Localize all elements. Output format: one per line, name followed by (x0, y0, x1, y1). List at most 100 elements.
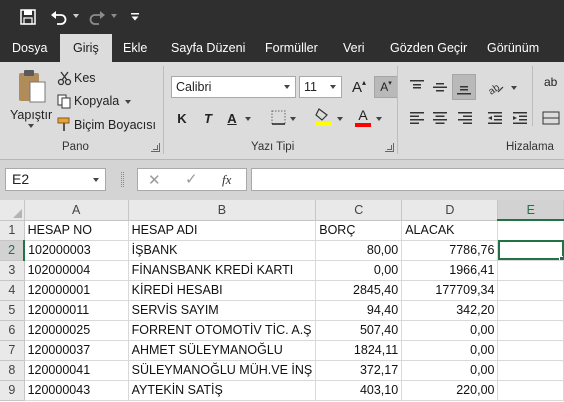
table-cell[interactable]: 120000043 (24, 380, 129, 401)
table-cell[interactable]: 80,00 (315, 240, 403, 261)
table-cell[interactable] (497, 280, 564, 301)
column-header-a[interactable]: A (24, 200, 129, 221)
table-cell[interactable]: 1824,11 (315, 340, 403, 361)
copy-dropdown-icon[interactable] (125, 100, 131, 104)
select-all-corner[interactable] (0, 200, 25, 221)
align-right-icon[interactable] (454, 107, 476, 129)
row-header[interactable]: 2 (0, 240, 26, 261)
row-header[interactable]: 8 (0, 360, 25, 381)
font-size-select[interactable]: 11 (299, 76, 342, 98)
table-cell[interactable]: 120000041 (24, 360, 129, 381)
border-icon[interactable] (270, 109, 286, 125)
table-cell[interactable]: FİNANSBANK KREDİ KARTI (128, 260, 317, 281)
table-cell[interactable]: AYTEKİN SATİŞ (128, 380, 317, 401)
table-cell[interactable]: 0,00 (401, 340, 499, 361)
paste-dropdown-icon[interactable] (28, 124, 34, 128)
chevron-down-icon[interactable] (89, 169, 103, 190)
font-color-button[interactable]: A (353, 106, 373, 128)
table-cell[interactable]: 102000003 (24, 240, 129, 261)
insert-function-icon[interactable]: fx (222, 172, 231, 188)
row-header[interactable]: 3 (0, 260, 25, 281)
undo-icon[interactable] (48, 5, 70, 29)
tab-file[interactable]: Dosya (12, 34, 47, 62)
tab-insert[interactable]: Ekle (123, 34, 147, 62)
copy-icon[interactable] (56, 93, 72, 109)
table-cell[interactable]: KİREDİ HESABI (128, 280, 317, 301)
row-header[interactable]: 9 (0, 380, 25, 401)
row-header[interactable]: 4 (0, 280, 25, 301)
align-top-icon[interactable] (406, 76, 428, 98)
formula-input[interactable] (251, 168, 564, 191)
fill-handle[interactable] (559, 255, 563, 259)
table-cell[interactable]: 120000011 (24, 300, 129, 321)
table-cell[interactable] (497, 320, 564, 341)
bold-button[interactable]: K (174, 107, 190, 129)
shrink-font-button[interactable]: A ▾ (374, 76, 398, 98)
wrap-text-button[interactable]: ab (544, 75, 557, 89)
customize-icon[interactable] (128, 5, 142, 29)
fill-color-icon[interactable] (314, 106, 334, 128)
table-cell[interactable]: 120000025 (24, 320, 129, 341)
header-cell[interactable]: HESAP ADI (128, 220, 317, 241)
table-cell[interactable] (497, 220, 564, 241)
table-cell[interactable]: SERVİS SAYIM (128, 300, 317, 321)
column-header-d[interactable]: D (401, 200, 499, 221)
paste-button[interactable] (14, 68, 50, 108)
active-cell[interactable] (497, 240, 564, 261)
merge-center-icon[interactable] (540, 107, 562, 129)
clipboard-launcher-icon[interactable] (151, 143, 160, 152)
row-header[interactable]: 6 (0, 320, 25, 341)
check-icon[interactable]: ✓ (185, 170, 198, 188)
column-header-e[interactable]: E (497, 200, 564, 221)
tab-formulas[interactable]: Formüller (265, 34, 318, 62)
row-header[interactable]: 5 (0, 300, 25, 321)
table-cell[interactable]: 94,40 (315, 300, 403, 321)
table-cell[interactable] (497, 300, 564, 321)
format-painter-icon[interactable] (56, 116, 72, 132)
table-cell[interactable]: AHMET SÜLEYMANOĞLU (128, 340, 317, 361)
table-cell[interactable]: SÜLEYMANOĞLU MÜH.VE İNŞ (128, 360, 317, 381)
grow-font-button[interactable]: A ▴ (348, 76, 370, 98)
fill-color-dropdown-icon[interactable] (337, 117, 343, 121)
font-color-dropdown-icon[interactable] (376, 117, 382, 121)
name-box[interactable]: E2 (5, 168, 106, 191)
format-painter-button[interactable]: Biçim Boyacısı (74, 118, 156, 132)
row-header[interactable]: 7 (0, 340, 25, 361)
chevron-down-icon[interactable] (279, 77, 295, 97)
column-header-c[interactable]: C (315, 200, 403, 221)
table-cell[interactable]: 372,17 (315, 360, 403, 381)
table-cell[interactable]: 403,10 (315, 380, 403, 401)
italic-button[interactable]: T (200, 107, 216, 129)
column-header-b[interactable]: B (128, 200, 317, 221)
orientation-icon[interactable]: ab (484, 76, 506, 98)
table-cell[interactable] (497, 360, 564, 381)
table-cell[interactable]: 0,00 (401, 360, 499, 381)
tab-home[interactable]: Giriş (60, 34, 112, 62)
increase-indent-icon[interactable] (509, 107, 531, 129)
border-dropdown-icon[interactable] (290, 117, 296, 121)
header-cell[interactable]: ALACAK (401, 220, 499, 241)
underline-button[interactable]: A (224, 107, 240, 129)
header-cell[interactable]: BORÇ (315, 220, 403, 241)
font-name-select[interactable]: Calibri (171, 76, 296, 98)
table-cell[interactable]: 2845,40 (315, 280, 403, 301)
table-cell[interactable]: 220,00 (401, 380, 499, 401)
table-cell[interactable] (497, 340, 564, 361)
table-cell[interactable]: FORRENT OTOMOTİV TİC. A.Ş (128, 320, 317, 341)
underline-dropdown-icon[interactable] (245, 117, 251, 121)
tab-page-layout[interactable]: Sayfa Düzeni (171, 34, 245, 62)
align-center-icon[interactable] (429, 107, 451, 129)
paste-label[interactable]: Yapıştır (10, 108, 52, 122)
resize-grip[interactable] (121, 172, 124, 187)
table-cell[interactable]: 7786,76 (401, 240, 499, 261)
table-cell[interactable]: 120000001 (24, 280, 129, 301)
table-cell[interactable] (497, 380, 564, 401)
header-cell[interactable]: HESAP NO (24, 220, 129, 241)
table-cell[interactable]: İŞBANK (128, 240, 317, 261)
tab-data[interactable]: Veri (343, 34, 365, 62)
font-launcher-icon[interactable] (385, 143, 394, 152)
scissors-icon[interactable] (56, 70, 72, 86)
table-cell[interactable]: 342,20 (401, 300, 499, 321)
table-cell[interactable]: 507,40 (315, 320, 403, 341)
table-cell[interactable]: 1966,41 (401, 260, 499, 281)
